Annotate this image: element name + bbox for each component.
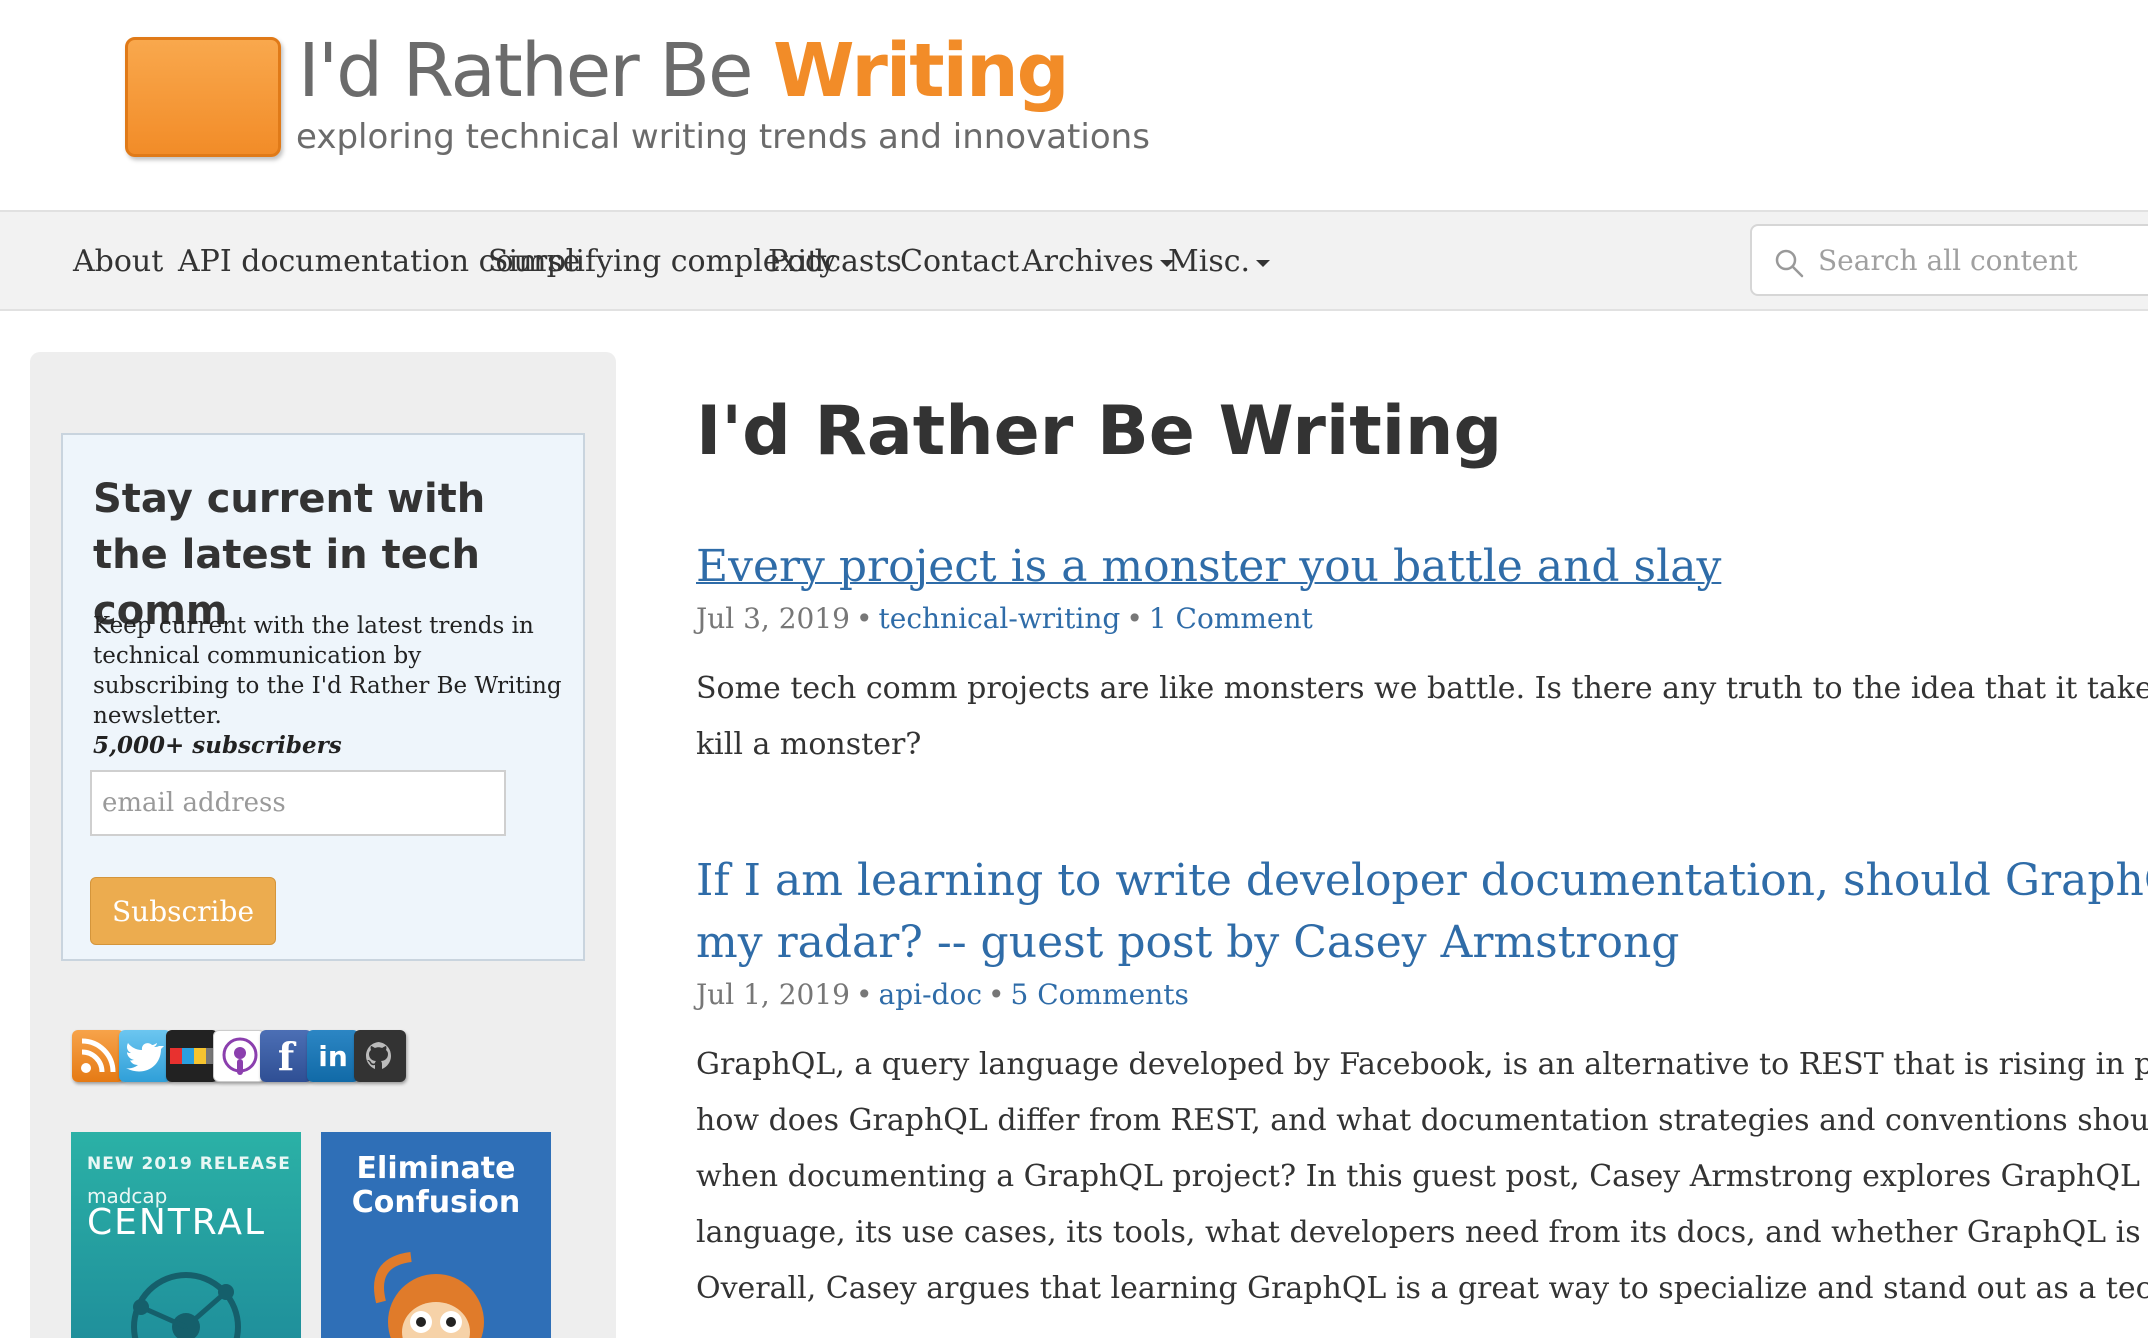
monkey-icon <box>374 1252 484 1338</box>
excerpt-line: Overall, Casey argues that learning Grap… <box>696 1271 2148 1306</box>
eliminate-confusion-ad[interactable]: Eliminate Confusion <box>321 1132 551 1338</box>
post-title-line: If I am learning to write developer docu… <box>696 855 2148 906</box>
search-input[interactable] <box>1818 238 2148 282</box>
post-title-link[interactable]: If I am learning to write developer docu… <box>696 850 2148 974</box>
linkedin-icon[interactable]: in <box>307 1030 359 1082</box>
excerpt-line: Some tech comm projects are like monster… <box>696 671 2148 706</box>
excerpt-line: kill a monster? <box>696 727 922 762</box>
chevron-down-icon <box>1256 259 1271 267</box>
site-title[interactable]: I'd Rather Be Writing <box>298 28 1070 114</box>
flickr-icon[interactable] <box>166 1030 218 1082</box>
newsletter-box: Stay current with the latest in tech com… <box>61 433 585 961</box>
subscribe-button[interactable]: Subscribe <box>90 877 276 945</box>
meta-separator: • <box>856 602 873 635</box>
search-box <box>1750 224 2148 296</box>
post-category-link[interactable]: technical-writing <box>879 602 1121 635</box>
podcast-icon[interactable] <box>213 1030 265 1082</box>
site-title-accent: Writing <box>773 28 1070 114</box>
excerpt-line: when documenting a GraphQL project? In t… <box>696 1159 2148 1194</box>
sidebar: Stay current with the latest in tech com… <box>30 352 616 1338</box>
meta-separator: • <box>988 978 1005 1011</box>
post-title-link[interactable]: Every project is a monster you battle an… <box>696 536 2148 598</box>
post-title-line: my radar? -- guest post by Casey Armstro… <box>696 917 1680 968</box>
logo-icon[interactable] <box>125 37 281 157</box>
post-item: If I am learning to write developer docu… <box>696 850 2148 1317</box>
nav-misc-label: Misc. <box>1168 244 1251 279</box>
email-field[interactable] <box>90 770 506 836</box>
site-header: I'd Rather Be Writing exploring technica… <box>0 0 2148 210</box>
facebook-icon[interactable]: f <box>260 1030 312 1082</box>
github-icon[interactable] <box>354 1030 406 1082</box>
excerpt-line: GraphQL, a query language developed by F… <box>696 1047 2148 1082</box>
post-excerpt: Some tech comm projects are like monster… <box>696 661 2148 773</box>
search-icon <box>1775 249 1804 278</box>
ad-product-label: CENTRAL <box>87 1202 267 1243</box>
post-comments-link[interactable]: 5 Comments <box>1011 978 1189 1011</box>
meta-separator: • <box>856 978 873 1011</box>
nav-archives-label: Archives <box>1022 244 1154 279</box>
post-meta: Jul 3, 2019 • technical-writing • 1 Comment <box>696 602 2148 635</box>
site-title-plain: I'd Rather Be <box>298 28 774 114</box>
ad-release-label: NEW 2019 RELEASE <box>87 1154 291 1174</box>
post-excerpt: GraphQL, a query language developed by F… <box>696 1037 2148 1317</box>
hub-icon <box>131 1272 241 1338</box>
post-date: Jul 3, 2019 <box>696 602 850 635</box>
site-tagline: exploring technical writing trends and i… <box>296 117 1150 157</box>
excerpt-line: language, its use cases, its tools, what… <box>696 1215 2148 1250</box>
post-meta: Jul 1, 2019 • api-doc • 5 Comments <box>696 978 2148 1011</box>
post-item: Every project is a monster you battle an… <box>696 536 2148 773</box>
post-category-link[interactable]: api-doc <box>879 978 983 1011</box>
excerpt-line: how does GraphQL differ from REST, and w… <box>696 1103 2148 1138</box>
post-date: Jul 1, 2019 <box>696 978 850 1011</box>
meta-separator: • <box>1126 602 1143 635</box>
nav-podcasts[interactable]: Podcasts <box>768 244 902 279</box>
newsletter-body-text: Keep current with the latest trends in t… <box>93 613 562 729</box>
rss-icon[interactable] <box>72 1030 124 1082</box>
nav-misc[interactable]: Misc. <box>1168 244 1271 279</box>
twitter-icon[interactable] <box>119 1030 171 1082</box>
newsletter-description: Keep current with the latest trends in t… <box>93 611 563 761</box>
nav-contact[interactable]: Contact <box>900 244 1019 279</box>
subscriber-count: 5,000+ subscribers <box>93 732 342 759</box>
ad-eliminate-text: Eliminate Confusion <box>351 1151 521 1220</box>
post-comments-link[interactable]: 1 Comment <box>1149 602 1313 635</box>
madcap-central-ad[interactable]: NEW 2019 RELEASE madcap CENTRAL <box>71 1132 301 1338</box>
main-nav: About API documentation course Simplifyi… <box>0 210 2148 311</box>
nav-archives[interactable]: Archives <box>1022 244 1174 279</box>
page-title: I'd Rather Be Writing <box>696 392 1503 471</box>
nav-about[interactable]: About <box>73 244 163 279</box>
